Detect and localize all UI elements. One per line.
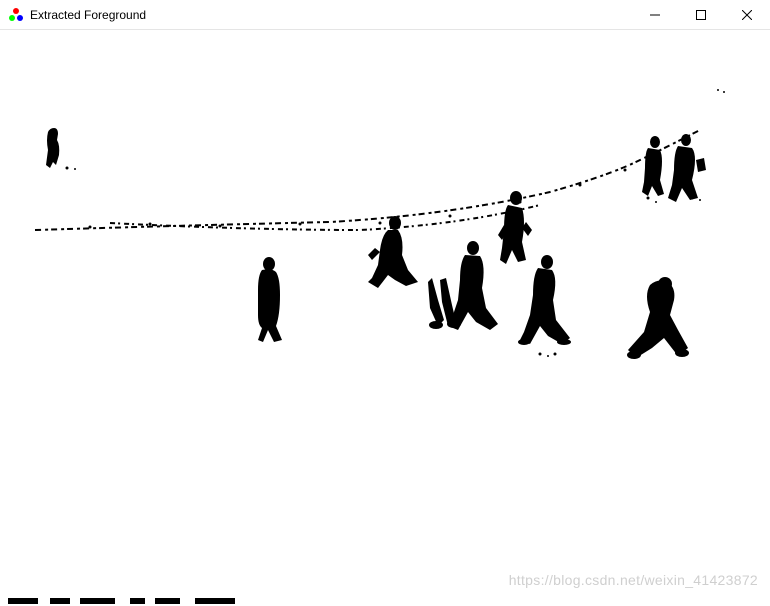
maximize-button[interactable] xyxy=(678,0,724,30)
opencv-icon xyxy=(8,7,24,23)
watermark-text: https://blog.csdn.net/weixin_41423872 xyxy=(509,572,758,588)
foreground-extraction-result xyxy=(0,30,770,606)
window-controls xyxy=(632,0,770,30)
minimize-button[interactable] xyxy=(632,0,678,30)
close-button[interactable] xyxy=(724,0,770,30)
image-viewport: https://blog.csdn.net/weixin_41423872 xyxy=(0,30,770,606)
titlebar: Extracted Foreground xyxy=(0,0,770,30)
window-title: Extracted Foreground xyxy=(30,8,146,22)
